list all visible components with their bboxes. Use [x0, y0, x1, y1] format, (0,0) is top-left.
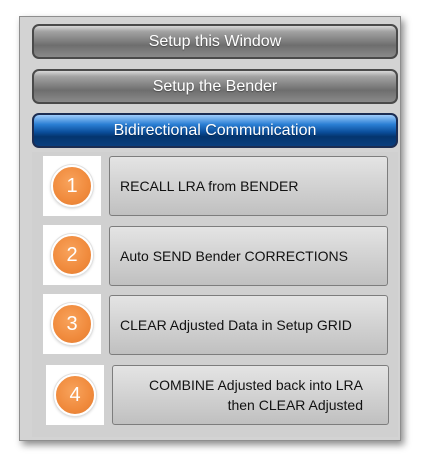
combine-adjusted-label-line1: COMBINE Adjusted back into LRA [149, 377, 363, 393]
action-list: 1 RECALL LRA from BENDER 2 Auto SEND Ben… [32, 152, 398, 437]
clear-adjusted-data-button[interactable]: CLEAR Adjusted Data in Setup GRID [109, 295, 388, 355]
step-1-badge-box: 1 [43, 156, 101, 216]
step-4-number-icon: 4 [54, 374, 96, 416]
step-1-number-icon: 1 [51, 165, 93, 207]
auto-send-corrections-button[interactable]: Auto SEND Bender CORRECTIONS [109, 226, 388, 286]
step-3-number-icon: 3 [51, 303, 93, 345]
bidirectional-communication-header-button[interactable]: Bidirectional Communication [32, 113, 398, 148]
step-3-badge-box: 3 [43, 294, 101, 354]
setup-window-header-button[interactable]: Setup this Window [32, 24, 398, 59]
setup-bender-header-button[interactable]: Setup the Bender [32, 69, 398, 104]
bidirectional-communication-panel: Setup this Window Setup the Bender Bidir… [19, 16, 401, 441]
step-4-badge-box: 4 [46, 365, 104, 425]
combine-adjusted-button[interactable]: COMBINE Adjusted back into LRA then CLEA… [112, 365, 389, 425]
step-2-number-icon: 2 [51, 234, 93, 276]
step-2-badge-box: 2 [43, 225, 101, 285]
recall-lra-button[interactable]: RECALL LRA from BENDER [109, 156, 388, 216]
combine-adjusted-label-line2: then CLEAR Adjusted [227, 397, 363, 413]
